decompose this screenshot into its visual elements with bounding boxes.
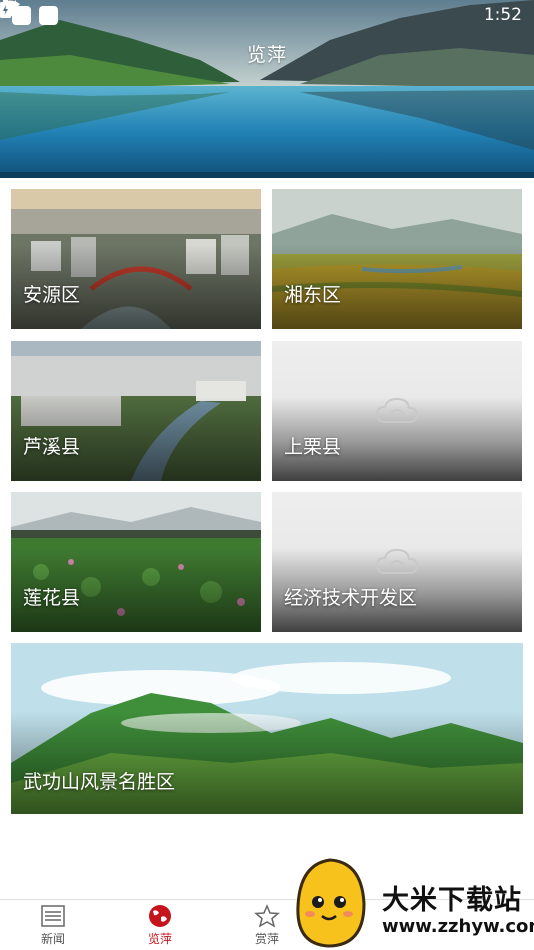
watermark-logo: 大米下载站 www.zzhyw.com bbox=[292, 856, 534, 950]
region-tile-economic-zone[interactable]: 经济技术开发区 bbox=[272, 492, 522, 632]
globe-icon bbox=[149, 905, 171, 927]
header-banner: 1:52 览萍 bbox=[0, 0, 534, 178]
tab-label: 赏萍 bbox=[254, 932, 279, 946]
tab-news[interactable]: 新闻 bbox=[23, 904, 83, 947]
region-tile-wugongshan[interactable]: 武功山风景名胜区 bbox=[11, 643, 523, 814]
tab-appreciate[interactable]: 赏萍 bbox=[237, 904, 297, 947]
battery-charging-icon bbox=[0, 0, 11, 18]
region-tile-luxi[interactable]: 芦溪县 bbox=[11, 341, 261, 481]
tab-label: 览萍 bbox=[147, 932, 172, 946]
watermark-url: www.zzhyw.com bbox=[382, 916, 534, 937]
page-title: 览萍 bbox=[246, 44, 287, 66]
tab-browse[interactable]: 览萍 bbox=[130, 904, 190, 947]
image-placeholder-icon bbox=[375, 397, 419, 423]
region-label: 芦溪县 bbox=[23, 436, 81, 458]
region-label: 上栗县 bbox=[284, 436, 342, 458]
region-label: 湘东区 bbox=[284, 284, 342, 306]
region-label: 武功山风景名胜区 bbox=[23, 771, 176, 793]
clock: 1:52 bbox=[483, 5, 522, 25]
region-tile-lianhua[interactable]: 莲花县 bbox=[11, 492, 261, 632]
star-icon bbox=[254, 904, 280, 928]
region-tile-xiangdong[interactable]: 湘东区 bbox=[272, 189, 522, 329]
newspaper-icon bbox=[41, 905, 65, 927]
notification-icon bbox=[39, 5, 58, 25]
tab-label: 新闻 bbox=[40, 932, 65, 946]
status-bar: 1:52 bbox=[0, 0, 534, 30]
region-label: 莲花县 bbox=[23, 587, 81, 609]
region-label: 安源区 bbox=[23, 284, 81, 306]
region-tile-anyuan[interactable]: 安源区 bbox=[11, 189, 261, 329]
region-label: 经济技术开发区 bbox=[284, 587, 418, 609]
watermark-title: 大米下载站 bbox=[382, 885, 522, 916]
rice-mascot-icon bbox=[296, 858, 366, 948]
image-placeholder-icon bbox=[375, 548, 419, 574]
region-tile-shangli[interactable]: 上栗县 bbox=[272, 341, 522, 481]
